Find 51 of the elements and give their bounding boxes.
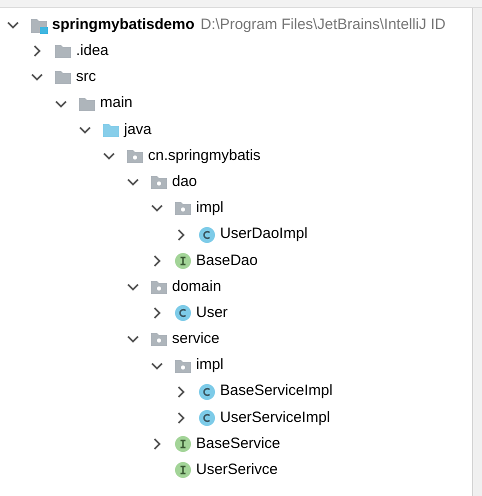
tree-item[interactable]: impl [0, 195, 472, 222]
package-icon [150, 330, 168, 348]
class-icon [198, 226, 216, 244]
module-folder-icon [30, 16, 48, 34]
item-label: BaseServiceImpl [220, 383, 333, 400]
class-icon [174, 304, 192, 322]
item-label: .idea [76, 43, 109, 60]
folder-icon [54, 42, 72, 60]
tree-item[interactable]: UserDaoImpl [0, 222, 472, 248]
tree-item[interactable]: BaseService [0, 431, 472, 458]
interface-icon [174, 435, 192, 454]
class-icon [198, 408, 216, 427]
item-label: User [196, 304, 228, 322]
item-label: domain [172, 278, 222, 296]
item-label: src [76, 69, 96, 86]
item-label: UserDaoImpl [220, 226, 308, 243]
item-label: UserSerivce [196, 462, 278, 479]
tree-item[interactable]: domain [0, 274, 472, 300]
tree-item[interactable]: springmybatisdemo D:\Program Files\JetBrains\IntelliJ ID [0, 12, 472, 38]
item-label: UserServiceImpl [220, 410, 330, 426]
item-label: main [100, 95, 133, 112]
tree-item[interactable]: cn.springmybatis [0, 142, 472, 170]
project-path: D:\Program Files\JetBrains\IntelliJ ID [200, 16, 446, 34]
tree-item[interactable]: main [0, 90, 472, 117]
class-icon [198, 382, 216, 401]
package-icon [126, 147, 144, 166]
package-icon [150, 173, 168, 192]
tree-item[interactable]: src [0, 64, 472, 91]
tree-item[interactable]: impl [0, 352, 472, 379]
tree-item[interactable]: service [0, 326, 472, 352]
tree-item[interactable]: UserSerivce [0, 457, 472, 484]
tree-item[interactable]: UserServiceImpl [0, 404, 472, 431]
package-icon [174, 199, 192, 218]
tree-item[interactable]: User [0, 300, 472, 326]
item-label: impl [196, 357, 224, 374]
item-label: dao [172, 174, 198, 190]
item-label: impl [196, 200, 224, 217]
tree-item[interactable]: BaseDao [0, 248, 472, 274]
tree-item[interactable]: .idea [0, 38, 472, 64]
interface-icon [174, 252, 192, 270]
item-label: cn.springmybatis [148, 148, 261, 164]
interface-icon [174, 461, 192, 480]
tree-item[interactable]: java [0, 116, 472, 143]
item-label: java [124, 122, 152, 138]
tree-item[interactable]: BaseServiceImpl [0, 378, 472, 405]
folder-icon [54, 68, 72, 86]
item-label: service [172, 331, 220, 348]
item-label: springmybatisdemo [52, 16, 195, 34]
item-label: BaseService [196, 436, 280, 452]
tree-item[interactable]: dao [0, 169, 472, 196]
item-label: BaseDao [196, 252, 258, 270]
